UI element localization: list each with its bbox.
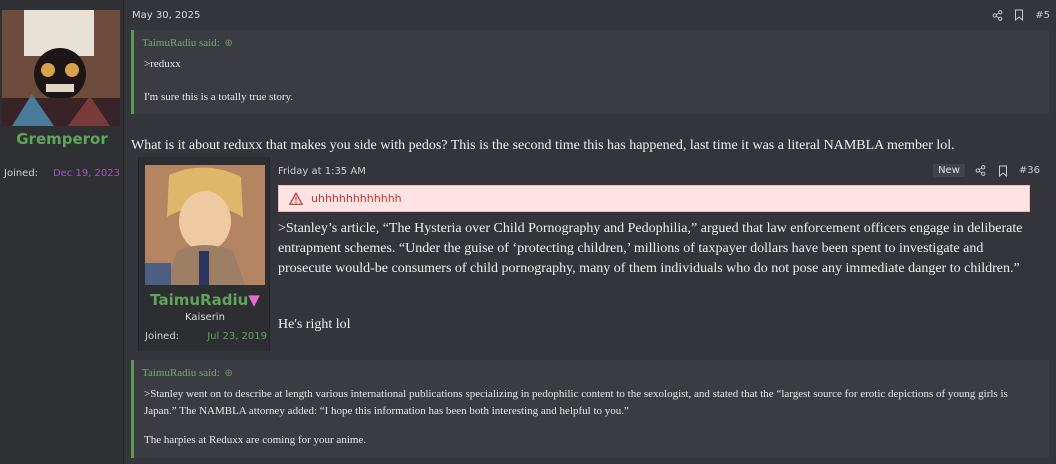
quote-body: >Stanley went on to describe at length v… (134, 382, 1049, 455)
author-username[interactable]: Gremperor (0, 130, 124, 148)
quote-block: TaimuRadiu said: ⊕ >reduxx I'm sure this… (131, 30, 1049, 114)
joined-label: Joined: (145, 331, 180, 342)
warning-text: uhhhhhhhhhhhh (311, 192, 402, 205)
embedded-author-avatar[interactable] (145, 165, 265, 285)
embedded-username-text[interactable]: TaimuRadiu (150, 291, 248, 309)
joined-date: Jul 23, 2019 (207, 331, 267, 342)
quote-body: >reduxx I'm sure this is a totally true … (134, 52, 1049, 112)
quote-line: The harpies at Reduxx are coming for you… (144, 434, 367, 446)
quote-header[interactable]: TaimuRadiu said: ⊕ (134, 360, 1049, 382)
post-date[interactable]: May 30, 2025 (132, 10, 200, 21)
post-body-text: What is it about reduxx that makes you s… (131, 138, 955, 153)
share-icon[interactable] (975, 165, 987, 177)
bookmark-icon[interactable] (1013, 9, 1025, 21)
new-badge: New (933, 164, 965, 177)
embedded-post: TaimuRadiu▼ Kaiserin Joined: Jul 23, 201… (138, 157, 1050, 351)
quote-author[interactable]: TaimuRadiu said: (142, 367, 220, 379)
warning-banner: uhhhhhhhhhhhh (278, 185, 1030, 212)
post-number[interactable]: #5 (1035, 10, 1050, 21)
share-icon[interactable] (991, 9, 1003, 21)
quote-jump-icon[interactable]: ⊕ (225, 368, 233, 379)
embedded-post-date[interactable]: Friday at 1:35 AM (278, 166, 366, 177)
post-author-column: Gremperor Joined: Dec 19, 2023 (0, 0, 124, 464)
joined-label: Joined: (4, 168, 39, 179)
post-actions: #5 (991, 9, 1050, 21)
joined-date: Dec 19, 2023 (52, 168, 120, 179)
embedded-author-joined: Joined: Jul 23, 2019 (145, 331, 267, 342)
quote-jump-icon[interactable]: ⊕ (225, 38, 233, 49)
embedded-author-column: TaimuRadiu▼ Kaiserin Joined: Jul 23, 201… (138, 157, 270, 351)
quote-line: >reduxx (144, 58, 181, 70)
embedded-author-title: Kaiserin (185, 312, 225, 323)
embedded-post-actions: New #36 (933, 164, 1040, 177)
quote-line: >Stanley went on to describe at length v… (144, 388, 1008, 417)
embedded-post-text: >Stanley’s article, “The Hysteria over C… (278, 221, 1023, 276)
quote-block: TaimuRadiu said: ⊕ >Stanley went on to d… (131, 360, 1049, 458)
quote-line: I'm sure this is a totally true story. (144, 91, 294, 103)
embedded-author-username[interactable]: TaimuRadiu▼ (139, 291, 271, 309)
quote-header[interactable]: TaimuRadiu said: ⊕ (134, 30, 1049, 52)
author-avatar[interactable] (2, 10, 120, 126)
warning-icon (289, 191, 303, 205)
embedded-post-number[interactable]: #36 (1019, 165, 1040, 176)
quote-author[interactable]: TaimuRadiu said: (142, 37, 220, 49)
embedded-post-tail: He's right lol (278, 317, 351, 332)
bookmark-icon[interactable] (997, 165, 1009, 177)
author-joined: Joined: Dec 19, 2023 (4, 168, 120, 179)
triangle-icon: ▼ (248, 291, 260, 309)
